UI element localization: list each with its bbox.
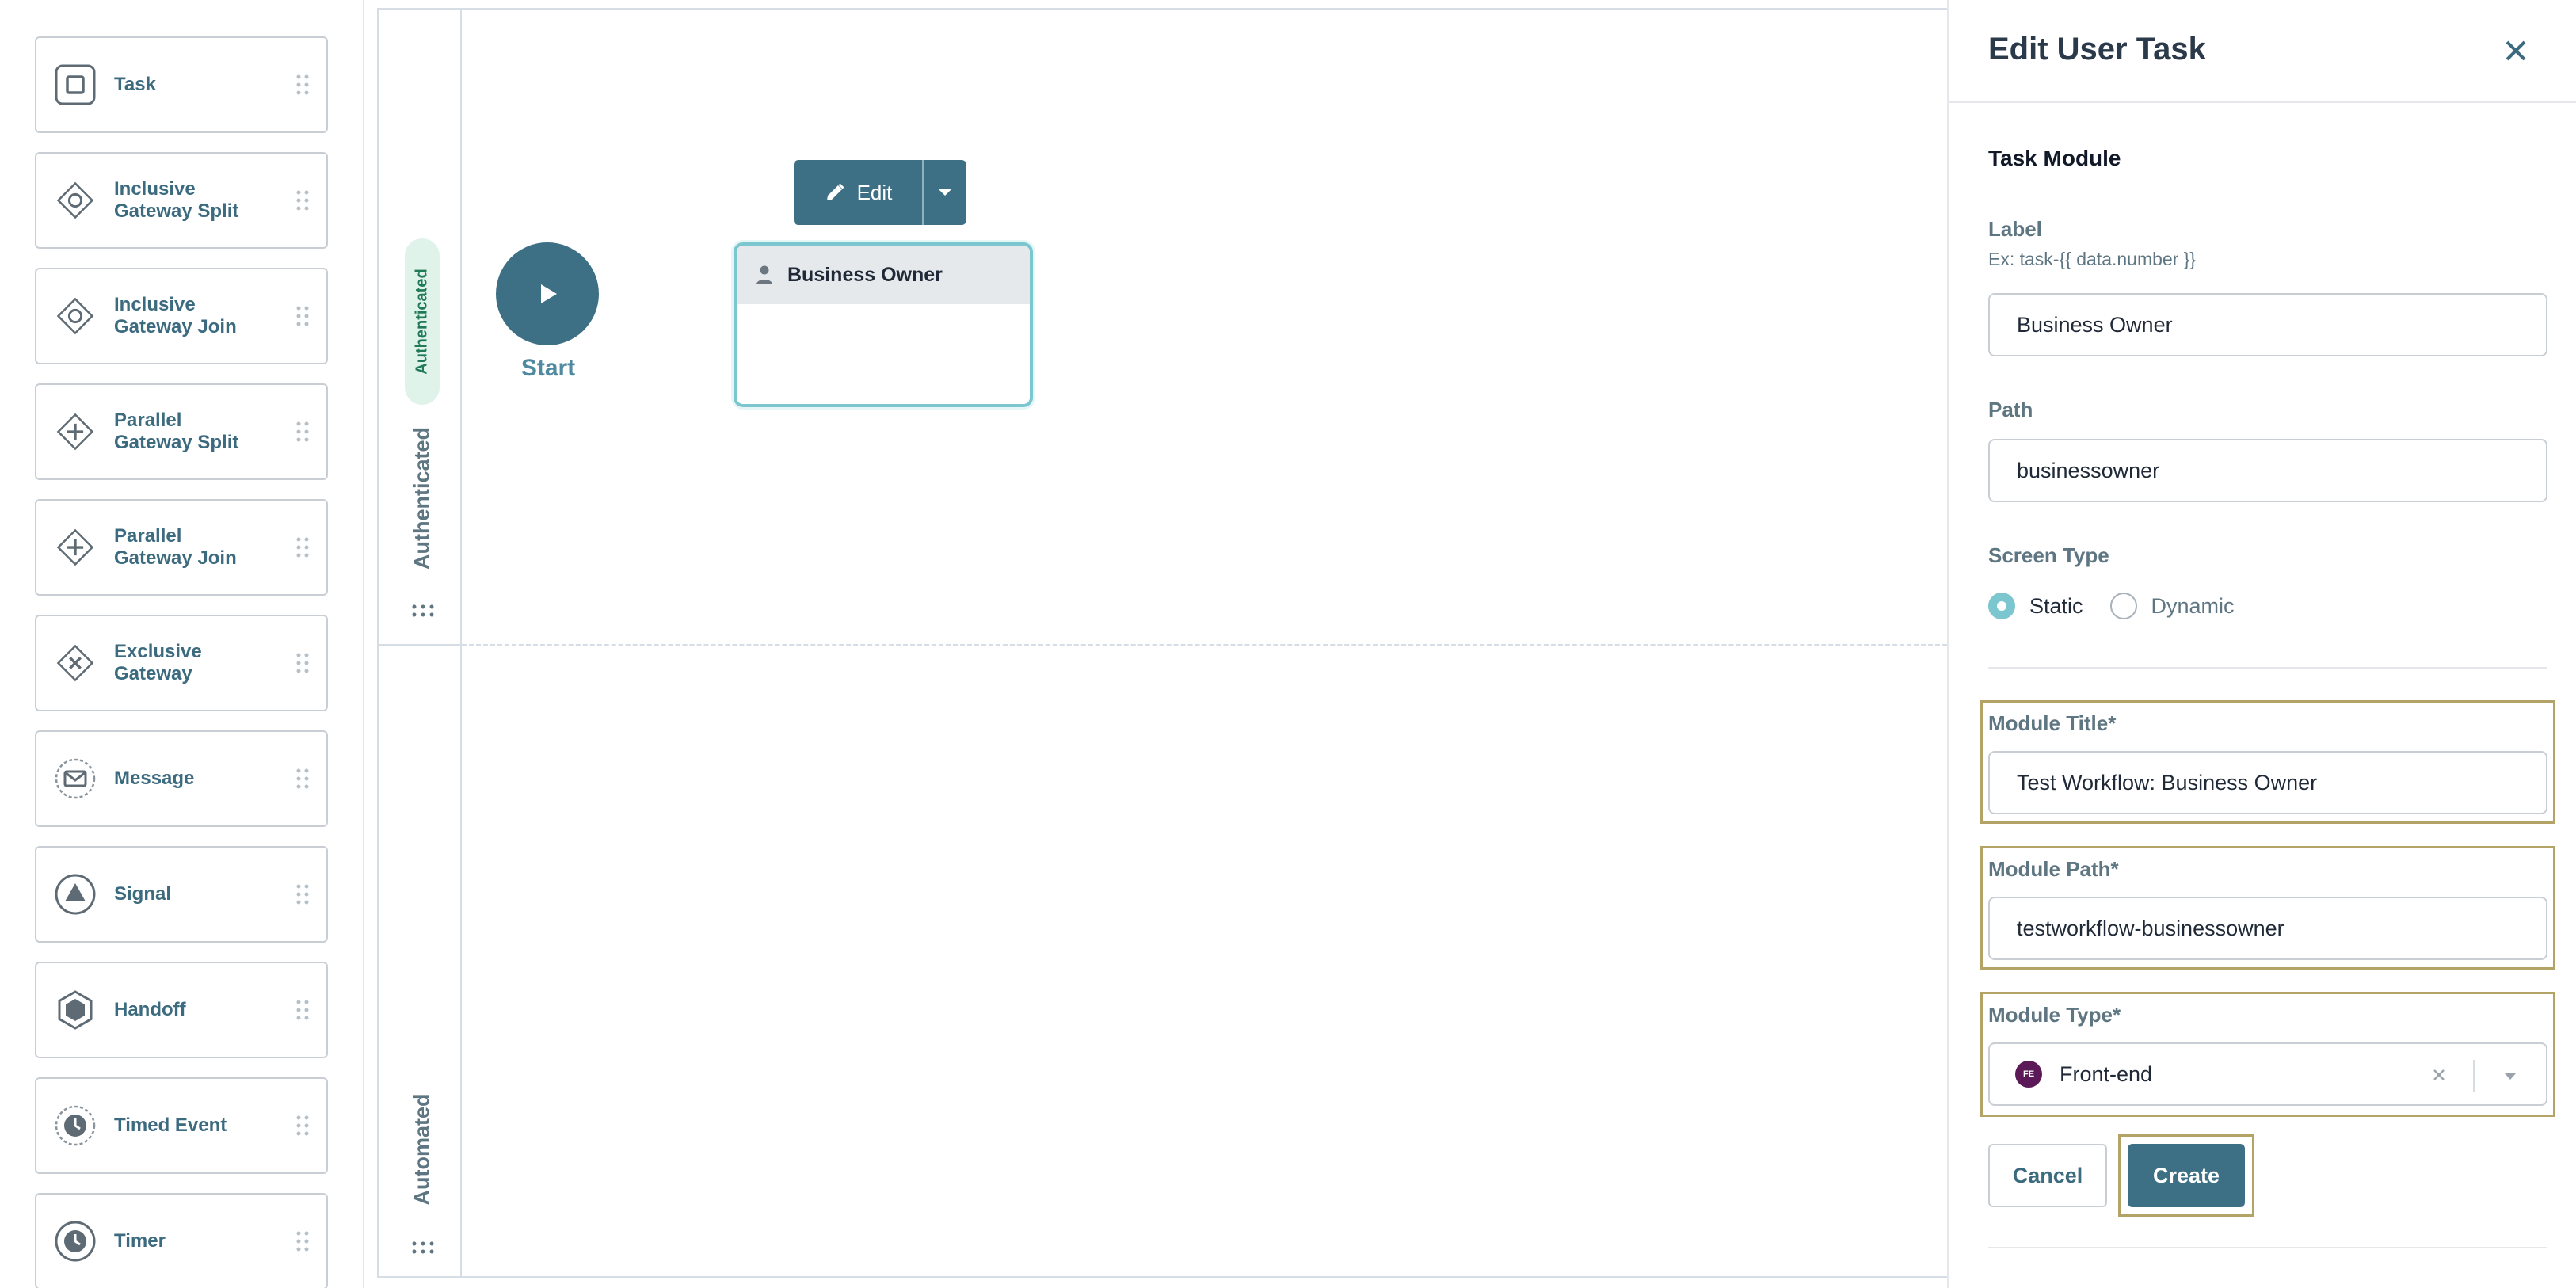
lane-title-authenticated[interactable]: Authenticated <box>410 427 435 570</box>
palette-item-label: Exclusive Gateway <box>114 641 202 684</box>
caret-down-icon <box>939 189 951 196</box>
module-title-label: Module Title* <box>1988 711 2117 735</box>
parallel-gateway-icon <box>54 526 97 569</box>
palette-item-label: Parallel Gateway Join <box>114 525 237 569</box>
drag-handle-icon[interactable] <box>295 883 311 905</box>
palette-item-task[interactable]: Task <box>35 36 328 133</box>
palette-item-parallel-gateway-split[interactable]: Parallel Gateway Split <box>35 383 328 480</box>
palette-item-label: Timer <box>114 1230 166 1252</box>
palette-item-timed-event[interactable]: Timed Event <box>35 1077 328 1174</box>
drag-handle-icon[interactable] <box>295 189 311 211</box>
radio-dynamic-label[interactable]: Dynamic <box>2151 594 2235 619</box>
label-field-hint: Ex: task-{{ data.number }} <box>1988 249 2197 269</box>
inclusive-gateway-icon <box>54 295 97 337</box>
workflow-canvas[interactable]: Authenticated Authenticated Automated <box>377 8 1961 1278</box>
screen-type-radio-group: Static Dynamic <box>1988 593 2262 619</box>
edit-node-label: Edit <box>856 180 893 204</box>
start-event-node[interactable] <box>496 242 599 345</box>
edit-node-button[interactable]: Edit <box>794 160 922 225</box>
hexagon-icon <box>54 989 97 1031</box>
screen-type-label: Screen Type <box>1988 543 2109 567</box>
user-task-node-title: Business Owner <box>787 263 943 286</box>
create-button[interactable]: Create <box>2128 1144 2245 1207</box>
radio-dynamic[interactable] <box>2109 593 2137 619</box>
front-end-badge: FE <box>2015 1061 2042 1088</box>
module-path-label: Module Path* <box>1988 857 2119 881</box>
radio-static-label[interactable]: Static <box>2029 594 2083 619</box>
parallel-gateway-icon <box>54 410 97 453</box>
panel-divider <box>1949 101 2576 103</box>
path-field-label: Path <box>1988 398 2033 421</box>
cancel-button[interactable]: Cancel <box>1988 1144 2107 1207</box>
panel-divider <box>1988 667 2547 669</box>
palette-item-label: Handoff <box>114 999 186 1020</box>
label-field-label: Label <box>1988 217 2042 241</box>
panel-divider <box>1988 1247 2547 1248</box>
drag-handle-icon[interactable] <box>295 652 311 674</box>
palette-item-handoff[interactable]: Handoff <box>35 962 328 1058</box>
path-input[interactable] <box>1988 439 2547 502</box>
drag-handle-icon[interactable] <box>295 305 311 327</box>
lane-drag-handle-icon[interactable] <box>411 1240 435 1256</box>
palette-item-label: Inclusive Gateway Join <box>114 294 237 337</box>
palette-item-signal[interactable]: Signal <box>35 846 328 943</box>
signal-triangle-icon <box>54 873 97 916</box>
radio-static[interactable] <box>1988 593 2015 619</box>
palette-item-label: Inclusive Gateway Split <box>114 178 239 222</box>
chevron-down-icon[interactable] <box>2497 1063 2524 1090</box>
user-icon <box>756 265 772 284</box>
drag-handle-icon[interactable] <box>295 536 311 558</box>
clock-icon <box>54 1104 97 1147</box>
palette-item-timer[interactable]: Timer <box>35 1193 328 1288</box>
module-type-value: Front-end <box>2060 1061 2153 1086</box>
clear-selection-icon[interactable] <box>2425 1061 2452 1088</box>
palette-item-message[interactable]: Message <box>35 730 328 827</box>
lane-drag-handle-icon[interactable] <box>411 603 435 619</box>
drag-handle-icon[interactable] <box>295 999 311 1021</box>
drag-handle-icon[interactable] <box>295 421 311 443</box>
module-type-label: Module Type* <box>1988 1003 2121 1027</box>
palette-item-parallel-gateway-join[interactable]: Parallel Gateway Join <box>35 499 328 596</box>
lane-divider <box>462 644 1961 646</box>
user-task-node[interactable]: Business Owner <box>734 242 1033 407</box>
user-task-node-header: Business Owner <box>737 246 1030 304</box>
label-input[interactable] <box>1988 293 2547 356</box>
palette-item-inclusive-gateway-join[interactable]: Inclusive Gateway Join <box>35 268 328 364</box>
start-event-label: Start <box>520 355 576 381</box>
module-path-input[interactable] <box>1988 897 2547 960</box>
envelope-icon <box>54 757 97 800</box>
palette-item-label: Message <box>114 768 195 789</box>
palette-item-label: Parallel Gateway Split <box>114 410 239 453</box>
select-divider <box>2473 1060 2475 1092</box>
palette-item-exclusive-gateway[interactable]: Exclusive Gateway <box>35 615 328 711</box>
clock-icon <box>54 1220 97 1263</box>
module-type-select[interactable]: FE Front-end <box>1988 1042 2547 1106</box>
drag-handle-icon[interactable] <box>295 74 311 96</box>
drag-handle-icon[interactable] <box>295 1115 311 1137</box>
exclusive-gateway-icon <box>54 642 97 684</box>
drag-handle-icon[interactable] <box>295 1230 311 1252</box>
edit-user-task-panel: Edit User Task Task Module Label Ex: tas… <box>1947 0 2576 1288</box>
edit-options-dropdown[interactable] <box>924 160 966 225</box>
node-edit-toolbar: Edit <box>794 160 966 225</box>
module-title-input[interactable] <box>1988 751 2547 814</box>
element-palette: Task Inclusive Gateway Split Inclusive G… <box>0 0 364 1288</box>
task-icon <box>54 63 97 106</box>
lane-header-column <box>379 10 462 1276</box>
drag-handle-icon[interactable] <box>295 768 311 790</box>
palette-item-label: Timed Event <box>114 1115 227 1136</box>
lane-title-automated[interactable]: Automated <box>410 1094 435 1206</box>
pencil-icon <box>826 183 844 200</box>
palette-item-inclusive-gateway-split[interactable]: Inclusive Gateway Split <box>35 152 328 249</box>
inclusive-gateway-icon <box>54 179 97 222</box>
lane-divider <box>379 644 462 646</box>
lane-type-badge-label: Authenticated <box>413 269 431 375</box>
section-title: Task Module <box>1988 146 2121 170</box>
play-icon <box>541 284 557 303</box>
panel-title: Edit User Task <box>1988 32 2206 67</box>
palette-item-label: Task <box>114 74 156 95</box>
palette-item-label: Signal <box>114 883 172 905</box>
close-icon[interactable] <box>2500 35 2532 67</box>
